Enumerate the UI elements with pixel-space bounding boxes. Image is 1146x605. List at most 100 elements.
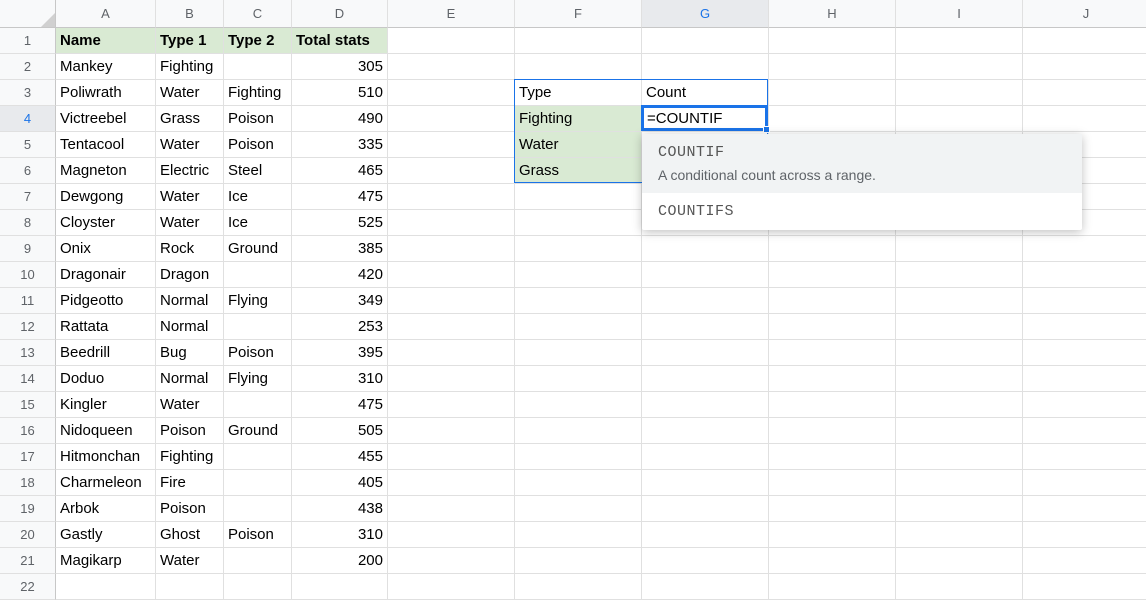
cell-I14[interactable] (896, 366, 1023, 392)
cell-F20[interactable] (515, 522, 642, 548)
cell-B4[interactable]: Grass (156, 106, 224, 132)
cell-B20[interactable]: Ghost (156, 522, 224, 548)
cell-A3[interactable]: Poliwrath (56, 80, 156, 106)
cell-C10[interactable] (224, 262, 292, 288)
cell-I9[interactable] (896, 236, 1023, 262)
cell-D14[interactable]: 310 (292, 366, 388, 392)
cell-B13[interactable]: Bug (156, 340, 224, 366)
cell-D13[interactable]: 395 (292, 340, 388, 366)
cell-B10[interactable]: Dragon (156, 262, 224, 288)
cell-E1[interactable] (388, 28, 515, 54)
cell-E21[interactable] (388, 548, 515, 574)
cell-D10[interactable]: 420 (292, 262, 388, 288)
row-head-18[interactable]: 18 (0, 470, 56, 496)
cell-F18[interactable] (515, 470, 642, 496)
row-head-17[interactable]: 17 (0, 444, 56, 470)
cell-C14[interactable]: Flying (224, 366, 292, 392)
cell-C16[interactable]: Ground (224, 418, 292, 444)
row-head-5[interactable]: 5 (0, 132, 56, 158)
cell-A1[interactable]: Name (56, 28, 156, 54)
cell-B12[interactable]: Normal (156, 314, 224, 340)
cell-A5[interactable]: Tentacool (56, 132, 156, 158)
cell-H18[interactable] (769, 470, 896, 496)
cell-C2[interactable] (224, 54, 292, 80)
col-head-D[interactable]: D (292, 0, 388, 28)
cell-J3[interactable] (1023, 80, 1146, 106)
cell-A6[interactable]: Magneton (56, 158, 156, 184)
cell-D6[interactable]: 465 (292, 158, 388, 184)
cell-E15[interactable] (388, 392, 515, 418)
cell-C20[interactable]: Poison (224, 522, 292, 548)
cell-F3[interactable]: Type (515, 80, 642, 106)
cell-G15[interactable] (642, 392, 769, 418)
cell-A20[interactable]: Gastly (56, 522, 156, 548)
row-head-19[interactable]: 19 (0, 496, 56, 522)
cell-C5[interactable]: Poison (224, 132, 292, 158)
cell-G9[interactable] (642, 236, 769, 262)
cell-B17[interactable]: Fighting (156, 444, 224, 470)
cell-J20[interactable] (1023, 522, 1146, 548)
cell-F8[interactable] (515, 210, 642, 236)
cell-G18[interactable] (642, 470, 769, 496)
row-head-13[interactable]: 13 (0, 340, 56, 366)
cell-A18[interactable]: Charmeleon (56, 470, 156, 496)
cell-A2[interactable]: Mankey (56, 54, 156, 80)
cell-G4[interactable] (642, 106, 769, 132)
cell-E4[interactable] (388, 106, 515, 132)
cell-B6[interactable]: Electric (156, 158, 224, 184)
cell-J21[interactable] (1023, 548, 1146, 574)
cell-D16[interactable]: 505 (292, 418, 388, 444)
cell-A22[interactable] (56, 574, 156, 600)
cell-D9[interactable]: 385 (292, 236, 388, 262)
cell-B18[interactable]: Fire (156, 470, 224, 496)
cell-B8[interactable]: Water (156, 210, 224, 236)
cell-H22[interactable] (769, 574, 896, 600)
cell-F9[interactable] (515, 236, 642, 262)
cell-D20[interactable]: 310 (292, 522, 388, 548)
cell-I20[interactable] (896, 522, 1023, 548)
cell-G2[interactable] (642, 54, 769, 80)
formula-autocomplete[interactable]: COUNTIFA conditional count across a rang… (642, 134, 1082, 230)
cell-E18[interactable] (388, 470, 515, 496)
cell-G12[interactable] (642, 314, 769, 340)
cell-B5[interactable]: Water (156, 132, 224, 158)
cell-D19[interactable]: 438 (292, 496, 388, 522)
cell-B15[interactable]: Water (156, 392, 224, 418)
cell-E20[interactable] (388, 522, 515, 548)
row-head-12[interactable]: 12 (0, 314, 56, 340)
cell-E16[interactable] (388, 418, 515, 444)
row-head-9[interactable]: 9 (0, 236, 56, 262)
cell-J12[interactable] (1023, 314, 1146, 340)
cell-I19[interactable] (896, 496, 1023, 522)
cell-C3[interactable]: Fighting (224, 80, 292, 106)
cell-C19[interactable] (224, 496, 292, 522)
cell-G3[interactable]: Count (642, 80, 769, 106)
select-all-corner[interactable] (0, 0, 56, 28)
cell-F16[interactable] (515, 418, 642, 444)
cell-J14[interactable] (1023, 366, 1146, 392)
cell-J16[interactable] (1023, 418, 1146, 444)
cell-E11[interactable] (388, 288, 515, 314)
cell-J2[interactable] (1023, 54, 1146, 80)
col-head-A[interactable]: A (56, 0, 156, 28)
cell-J19[interactable] (1023, 496, 1146, 522)
row-head-6[interactable]: 6 (0, 158, 56, 184)
cell-F11[interactable] (515, 288, 642, 314)
cell-I2[interactable] (896, 54, 1023, 80)
cell-J9[interactable] (1023, 236, 1146, 262)
cell-G1[interactable] (642, 28, 769, 54)
cell-B19[interactable]: Poison (156, 496, 224, 522)
cell-H16[interactable] (769, 418, 896, 444)
row-head-7[interactable]: 7 (0, 184, 56, 210)
cell-D3[interactable]: 510 (292, 80, 388, 106)
cell-G10[interactable] (642, 262, 769, 288)
cell-I13[interactable] (896, 340, 1023, 366)
cell-B7[interactable]: Water (156, 184, 224, 210)
cell-A9[interactable]: Onix (56, 236, 156, 262)
cell-D22[interactable] (292, 574, 388, 600)
cell-E7[interactable] (388, 184, 515, 210)
cell-C21[interactable] (224, 548, 292, 574)
cell-D18[interactable]: 405 (292, 470, 388, 496)
cell-E9[interactable] (388, 236, 515, 262)
cell-E5[interactable] (388, 132, 515, 158)
